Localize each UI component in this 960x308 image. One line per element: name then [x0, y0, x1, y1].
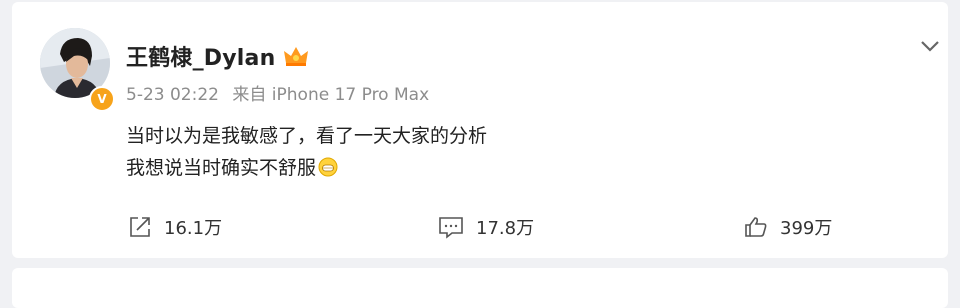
comment-count: 17.8万: [476, 218, 535, 239]
grin-emoji-icon: [318, 155, 338, 177]
comment-icon: [439, 217, 463, 239]
post-source: 来自 iPhone 17 Pro Max: [232, 85, 430, 105]
like-button[interactable]: 399万: [744, 214, 832, 240]
repost-button[interactable]: 16.1万: [128, 214, 222, 240]
comment-button[interactable]: 17.8万: [438, 214, 534, 240]
verified-v-icon: V: [89, 86, 115, 112]
author-name[interactable]: 王鹤棣_Dylan: [126, 40, 275, 72]
chevron-down-icon[interactable]: [918, 36, 942, 56]
content-line-1: 当时以为是我敏感了，看了一天大家的分析: [126, 125, 488, 147]
repost-icon: [130, 217, 150, 237]
post-content: 当时以为是我敏感了，看了一天大家的分析 我想说当时确实不舒服: [126, 120, 487, 184]
author-row: 王鹤棣_Dylan: [126, 40, 309, 72]
post-meta: 5-23 02:22 来自 iPhone 17 Pro Max: [126, 80, 437, 105]
post-timestamp[interactable]: 5-23 02:22: [126, 85, 219, 105]
next-post-card: [12, 268, 948, 308]
crown-icon[interactable]: [283, 45, 309, 67]
repost-count: 16.1万: [164, 218, 223, 239]
thumbs-up-icon: [745, 217, 767, 237]
content-line-2-text: 我想说当时确实不舒服: [126, 157, 317, 179]
content-line-2: 我想说当时确实不舒服: [126, 152, 487, 184]
post-card: V 王鹤棣_Dylan 5-23 02:22 来自 iPhone 17 Pro …: [12, 2, 948, 258]
like-count: 399万: [780, 218, 833, 239]
action-bar: 16.1万 17.8万 399万: [12, 214, 948, 244]
